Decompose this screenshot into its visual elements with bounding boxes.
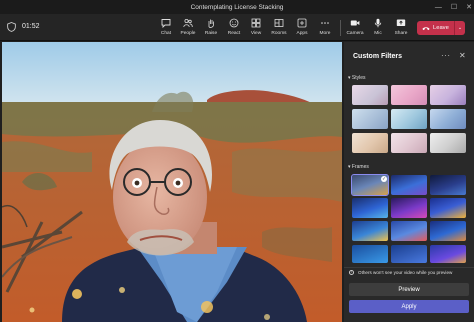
style-thumbnail[interactable] (352, 85, 388, 105)
frame-thumbnail[interactable] (391, 198, 427, 218)
rooms-icon (274, 19, 284, 27)
view-icon (251, 18, 261, 28)
frame-thumbnail[interactable] (430, 175, 466, 195)
share-icon (396, 19, 406, 26)
frames-label: Frames (351, 164, 369, 170)
meeting-toolbar: 01:52 Chat People Raise React View Rooms… (0, 14, 474, 41)
more-icon (321, 22, 329, 24)
frame-thumbnail[interactable] (430, 221, 466, 241)
react-icon (229, 18, 239, 28)
react-button[interactable]: React (223, 17, 245, 41)
frame-thumbnail[interactable] (391, 245, 427, 263)
frames-section-header[interactable]: ▾ Frames (348, 164, 369, 170)
style-thumbnail[interactable] (430, 85, 466, 105)
share-button[interactable]: Share (390, 17, 412, 41)
more-button[interactable]: More (314, 17, 336, 41)
rooms-button[interactable]: Rooms (268, 17, 290, 41)
frame-thumbnail[interactable] (391, 175, 427, 195)
camera-button[interactable]: Camera (344, 17, 366, 41)
chat-button[interactable]: Chat (155, 17, 177, 41)
close-window-icon[interactable]: ✕ (466, 3, 472, 11)
toolbar-divider (340, 20, 341, 36)
chevron-down-icon: ▾ (348, 75, 351, 81)
chevron-down-icon: ▾ (348, 164, 351, 170)
people-icon (183, 18, 193, 28)
preview-button[interactable]: Preview (349, 283, 469, 296)
minimize-icon[interactable]: — (435, 4, 442, 11)
style-thumbnail[interactable] (391, 133, 427, 153)
frame-thumbnail[interactable] (430, 245, 466, 263)
title-bar: Contemplating License Stacking — ☐ ✕ (0, 0, 474, 14)
custom-filters-panel: Custom Filters ··· ✕ ▾ Styles ▾ Frames ✓… (344, 42, 474, 322)
info-icon: i (349, 269, 354, 275)
style-thumbnail[interactable] (391, 109, 427, 129)
shield-icon (7, 22, 16, 32)
style-thumbnail[interactable] (391, 85, 427, 105)
leave-button[interactable]: Leave ⌄ (417, 21, 465, 35)
leave-label: Leave (433, 25, 449, 31)
panel-title: Custom Filters (353, 53, 403, 60)
styles-label: Styles (351, 75, 366, 81)
video-feed (2, 42, 342, 322)
leave-options-chevron-icon[interactable]: ⌄ (454, 21, 465, 35)
mic-icon (374, 18, 382, 28)
maximize-icon[interactable]: ☐ (451, 3, 457, 11)
style-thumbnail[interactable] (352, 133, 388, 153)
preview-notice: i Others won't see your video while you … (344, 267, 474, 276)
checkmark-icon: ✓ (381, 176, 387, 182)
camera-icon (350, 20, 360, 26)
styles-section-header[interactable]: ▾ Styles (348, 75, 366, 81)
frame-thumbnail[interactable] (430, 198, 466, 218)
view-button[interactable]: View (245, 17, 267, 41)
panel-more-icon[interactable]: ··· (441, 51, 451, 60)
panel-close-icon[interactable]: ✕ (459, 51, 466, 60)
style-thumbnail[interactable] (430, 133, 466, 153)
apps-icon (297, 18, 307, 28)
frame-thumbnail-selected[interactable]: ✓ (351, 174, 389, 196)
frame-thumbnail[interactable] (352, 245, 388, 263)
mic-button[interactable]: Mic (367, 17, 389, 41)
window-controls: — ☐ ✕ (435, 0, 472, 14)
preview-notice-text: Others won't see your video while you pr… (358, 269, 453, 275)
apps-button[interactable]: Apps (291, 17, 313, 41)
style-thumbnail[interactable] (352, 109, 388, 129)
frame-thumbnail[interactable] (391, 221, 427, 241)
window-title: Contemplating License Stacking (190, 3, 284, 11)
frame-thumbnail[interactable] (352, 221, 388, 241)
video-background (2, 42, 342, 322)
frame-thumbnail[interactable] (352, 198, 388, 218)
raise-hand-icon (208, 19, 214, 28)
people-button[interactable]: People (177, 17, 199, 41)
chat-icon (161, 19, 171, 28)
raise-hand-button[interactable]: Raise (200, 17, 222, 41)
style-thumbnail[interactable] (430, 109, 466, 129)
call-timer: 01:52 (22, 23, 40, 30)
phone-hangup-icon (422, 26, 430, 30)
apply-button[interactable]: Apply (349, 300, 469, 313)
